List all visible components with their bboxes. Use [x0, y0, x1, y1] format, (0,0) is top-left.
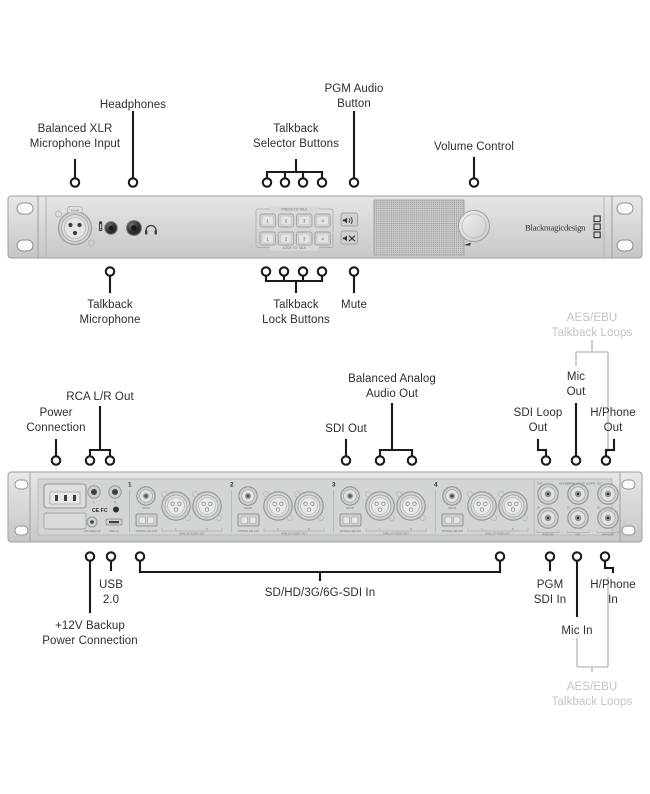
callout-power-connection: Power Connection — [26, 407, 86, 434]
rear-panel-device: L R CE FC +12V BACKUP USB 2.0 1SDI INOPT… — [7, 471, 643, 543]
callout-balanced-analog-audio-out: Balanced Analog Audio Out — [348, 373, 436, 400]
callout-aes-ebu-talkback-loops-top: AES/EBU Talkback Loops — [551, 312, 633, 339]
svg-text:R: R — [410, 528, 412, 531]
callout-talkback-selector-buttons: Talkback Selector Buttons — [253, 123, 339, 150]
svg-text:IN: IN — [537, 506, 540, 510]
svg-text:IN: IN — [567, 506, 570, 510]
svg-text:OPTICAL SDI OUT: OPTICAL SDI OUT — [340, 530, 362, 533]
callout-headphones: Headphones — [99, 99, 167, 111]
svg-text:ANALOG AUDIO OUT: ANALOG AUDIO OUT — [485, 532, 511, 536]
svg-text:R: R — [512, 528, 514, 531]
svg-text:3: 3 — [332, 482, 336, 489]
callout-sdhd3g6g-sdi-in: SD/HD/3G/6G-SDI In — [264, 587, 376, 599]
svg-text:OUT: OUT — [597, 482, 603, 486]
svg-text:R: R — [308, 528, 310, 531]
svg-text:ANALOG AUDIO OUT: ANALOG AUDIO OUT — [179, 532, 205, 536]
svg-text:OPTICAL SDI OUT: OPTICAL SDI OUT — [238, 530, 260, 533]
callout-balanced-xlr-microphone-input: Balanced XLR Microphone Input — [29, 123, 121, 150]
callout-sdi-loop-out: SDI Loop Out — [513, 407, 563, 434]
callout-mic-in: Mic In — [561, 625, 593, 637]
svg-text:1: 1 — [128, 482, 132, 489]
svg-text:R: R — [206, 528, 208, 531]
svg-text:+12V BACKUP: +12V BACKUP — [83, 529, 101, 533]
diagram-root: PUSH PRESS TO TALK LOCK TO TALK 1 2 3 4 … — [0, 0, 650, 794]
callout-aes-ebu-talkback-loops-bottom: AES/EBU Talkback Loops — [551, 681, 633, 708]
svg-text:SDI IN: SDI IN — [244, 506, 252, 510]
callout-mic-out: Mic Out — [566, 371, 586, 398]
callout-pgm-sdi-in: PGM SDI In — [533, 579, 567, 606]
svg-text:MIC: MIC — [576, 533, 581, 537]
front-bottom-leaders — [104, 266, 360, 294]
svg-text:IN: IN — [597, 506, 600, 510]
callout-volume-control: Volume Control — [433, 141, 515, 153]
svg-text:SDI IN: SDI IN — [142, 506, 150, 510]
svg-text:PRESS TO TALK: PRESS TO TALK — [281, 208, 308, 212]
callout-sdi-out: SDI Out — [325, 423, 367, 435]
svg-text:LOCK TO TALK: LOCK TO TALK — [283, 246, 308, 250]
svg-text:H/PHONE: H/PHONE — [602, 533, 614, 537]
callout-hphone-out: H/Phone Out — [590, 407, 636, 434]
svg-text:OPTICAL SDI OUT: OPTICAL SDI OUT — [136, 530, 158, 533]
svg-text:ANALOG AUDIO OUT: ANALOG AUDIO OUT — [383, 532, 409, 536]
svg-text:2: 2 — [230, 482, 234, 489]
svg-text:USB 2.0: USB 2.0 — [109, 529, 119, 533]
svg-text:OPTICAL SDI OUT: OPTICAL SDI OUT — [442, 530, 464, 533]
callout-12v-backup-power-connection: +12V Backup Power Connection — [42, 620, 138, 647]
callout-mute: Mute — [341, 299, 367, 311]
svg-text:SDI IN: SDI IN — [448, 506, 456, 510]
svg-text:PUSH: PUSH — [71, 208, 80, 212]
callout-talkback-microphone: Talkback Microphone — [79, 299, 141, 326]
callout-pgm-audio-button: PGM Audio Button — [324, 83, 384, 110]
power-inlet-icon — [43, 483, 87, 530]
svg-text:ANALOG AUDIO OUT: ANALOG AUDIO OUT — [281, 532, 307, 536]
speaker-grille-icon — [373, 199, 465, 256]
svg-text:OUT: OUT — [567, 482, 573, 486]
callout-usb-20: USB 2.0 — [99, 579, 123, 606]
cert-marks: CE FC — [92, 508, 108, 514]
callout-rca-lr-out: RCA L/R Out — [66, 391, 134, 403]
svg-text:OUT: OUT — [537, 482, 543, 486]
aes-bnc-block: AES/EBU TALKBACK LOOPS OUTINPGM SDIOUTIN… — [536, 482, 620, 537]
brand-label: Blackmagicdesign — [525, 223, 586, 233]
callout-hphone-in: H/Phone In — [590, 579, 636, 606]
svg-text:PGM SDI: PGM SDI — [543, 533, 554, 537]
svg-text:SDI IN: SDI IN — [346, 506, 354, 510]
front-panel-device: PUSH PRESS TO TALK LOCK TO TALK 1 2 3 41… — [7, 195, 643, 259]
svg-text:4: 4 — [434, 482, 438, 489]
